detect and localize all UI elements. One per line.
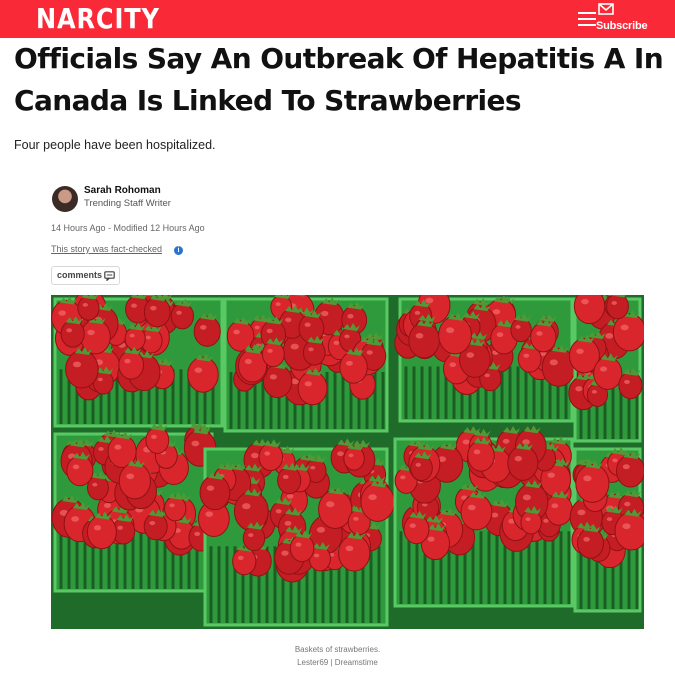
article-dek: Four people have been hospitalized. xyxy=(14,138,216,152)
comments-button[interactable]: comments xyxy=(51,266,120,285)
article-dates: 14 Hours Ago - Modified 12 Hours Ago xyxy=(51,223,205,233)
author-avatar[interactable] xyxy=(52,186,78,212)
article-photo xyxy=(51,295,644,629)
photo-credit: Lester69 | Dreamstime xyxy=(297,658,378,667)
envelope-icon xyxy=(598,3,614,15)
comments-label: comments xyxy=(57,270,103,280)
modified-time: - Modified 12 Hours Ago xyxy=(108,223,205,233)
published-time: 14 Hours Ago xyxy=(51,223,106,233)
fact-check-link[interactable]: This story was fact-checked xyxy=(51,244,162,254)
author-role: Trending Staff Writer xyxy=(84,198,171,209)
author-name[interactable]: Sarah Rohoman xyxy=(84,185,161,196)
photo-caption: Baskets of strawberries. xyxy=(294,645,381,654)
top-bar: NARCITY Subscribe xyxy=(0,0,675,38)
strawberry-baskets-image xyxy=(51,295,644,629)
subscribe-button[interactable]: Subscribe xyxy=(596,3,648,35)
subscribe-label: Subscribe xyxy=(596,20,648,32)
info-icon[interactable]: i xyxy=(174,246,183,255)
hamburger-icon[interactable] xyxy=(578,12,596,26)
comment-bubble-icon xyxy=(104,271,115,281)
narcity-logo[interactable]: NARCITY xyxy=(36,2,160,35)
article-headline: Officials Say An Outbreak Of Hepatitis A… xyxy=(14,42,664,117)
